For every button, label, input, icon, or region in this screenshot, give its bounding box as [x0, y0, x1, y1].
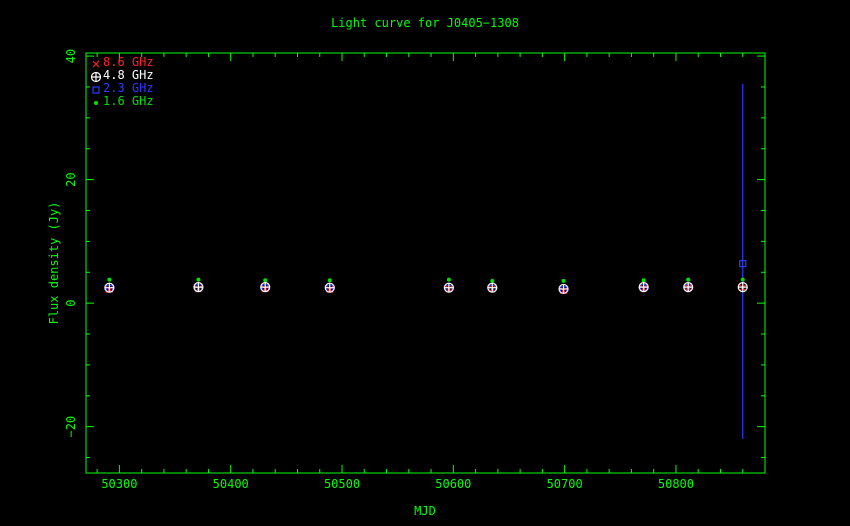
- point-1-6-ghz: [446, 277, 451, 282]
- y-tick-label: 40: [64, 49, 78, 63]
- legend-marker-1-6-ghz: [94, 101, 98, 105]
- chart-title: Light curve for J0405−1308: [331, 16, 519, 30]
- x-tick-label: 50400: [213, 477, 249, 491]
- x-tick-label: 50300: [101, 477, 137, 491]
- legend-marker-2-3-ghz: [92, 86, 100, 94]
- point-1-6-ghz: [641, 278, 646, 283]
- y-axis-label: Flux density (Jy): [47, 202, 61, 325]
- point-4-8-ghz: [487, 282, 498, 293]
- point-1-6-ghz: [686, 277, 691, 282]
- x-tick-label: 50600: [435, 477, 471, 491]
- y-tick-label: 20: [64, 172, 78, 186]
- point-4-8-ghz: [260, 281, 271, 293]
- data-marks: [104, 260, 748, 295]
- x-tick-label: 50500: [324, 477, 360, 491]
- point-1-6-ghz: [327, 278, 332, 283]
- point-4-8-ghz: [737, 281, 748, 293]
- point-4-8-ghz: [193, 281, 204, 293]
- point-4-8-ghz: [104, 282, 115, 293]
- point-1-6-ghz: [196, 277, 201, 282]
- x-tick-label: 50800: [658, 477, 694, 491]
- point-1-6-ghz: [263, 278, 268, 283]
- point-1-6-ghz: [490, 278, 495, 283]
- point-4-8-ghz: [638, 281, 649, 293]
- x-axis-label: MJD: [414, 504, 436, 518]
- legend-label-8-6-ghz: 8.6 GHz: [103, 55, 154, 69]
- point-1-6-ghz: [740, 277, 745, 282]
- legend-label-1-6-ghz: 1.6 GHz: [103, 94, 154, 108]
- legend-marker-4-8-ghz: [90, 71, 102, 83]
- point-4-8-ghz: [683, 281, 694, 293]
- point-1-6-ghz: [561, 278, 566, 283]
- x-tick-label: 50700: [547, 477, 583, 491]
- plot-frame: [85, 52, 766, 474]
- point-1-6-ghz: [107, 277, 112, 282]
- y-tick-label: −20: [64, 416, 78, 438]
- y-tick-label: 0: [64, 300, 78, 307]
- point-4-8-ghz: [324, 282, 335, 293]
- legend-marker-8-6-ghz: [92, 60, 100, 68]
- legend-label-4-8-ghz: 4.8 GHz: [103, 68, 154, 82]
- legend: 8.6 GHz4.8 GHz2.3 GHz1.6 GHz: [90, 55, 154, 108]
- axis-tick-labels: 50300 50400 50500 50600 50700 50800 −20 0 20 40: [64, 49, 694, 491]
- point-4-8-ghz: [558, 283, 569, 295]
- axis-ticks: [86, 53, 766, 473]
- point-4-8-ghz: [443, 282, 454, 293]
- legend-label-2-3-ghz: 2.3 GHz: [103, 81, 154, 95]
- light-curve-chart: 50300 50400 50500 50600 50700 50800 −20 0 20 40 8…: [47, 16, 766, 518]
